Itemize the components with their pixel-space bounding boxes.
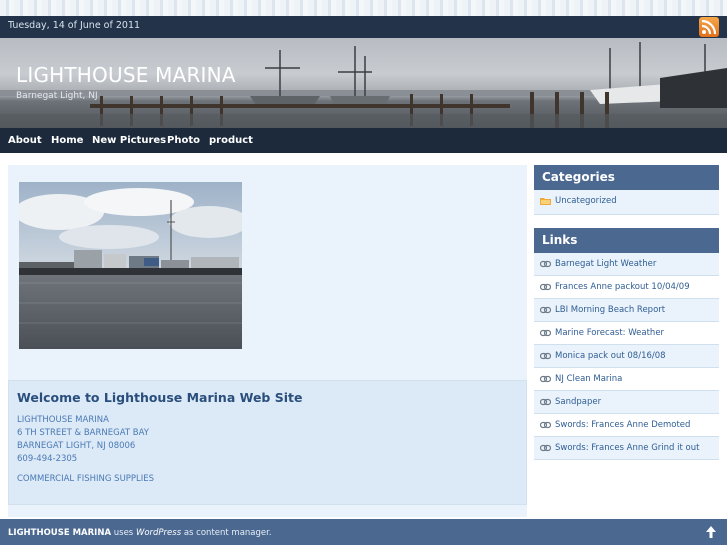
folder-icon [540, 198, 551, 205]
link-label: Frances Anne packout 10/04/09 [555, 282, 690, 292]
nav-item-product[interactable]: product [209, 135, 253, 146]
links-widget-title: Links [534, 228, 719, 253]
main-area: Welcome to Lighthouse Marina Web Site LI… [0, 153, 727, 519]
footer-site-name[interactable]: LIGHTHOUSE MARINA [8, 528, 111, 538]
marina-photo[interactable] [19, 182, 242, 349]
chain-link-icon [540, 421, 551, 429]
link-item[interactable]: Barnegat Light Weather [534, 253, 719, 276]
footer-text-before: uses [111, 528, 136, 538]
chain-link-icon [540, 398, 551, 406]
business-tagline: COMMERCIAL FISHING SUPPLIES [17, 474, 155, 484]
chain-link-icon [540, 352, 551, 360]
link-label: Swords: Frances Anne Demoted [555, 420, 691, 430]
site-tagline: Barnegat Light, NJ [16, 91, 98, 101]
nav-item-home[interactable]: Home [51, 135, 83, 146]
current-date: Tuesday, 14 of June of 2011 [8, 20, 141, 31]
link-item[interactable]: NJ Clean Marina [534, 368, 719, 391]
footer-text-after: as content manager. [181, 528, 272, 538]
link-label: Barnegat Light Weather [555, 259, 657, 269]
chain-link-icon [540, 375, 551, 383]
links-list: Barnegat Light Weather Frances Anne pack… [534, 253, 719, 460]
top-pattern-stripe [0, 0, 727, 16]
chain-link-icon [540, 444, 551, 452]
rss-icon[interactable] [699, 17, 719, 37]
footer-cms-link[interactable]: WordPress [136, 528, 181, 538]
main-navigation: About Home New Pictures Photo product [0, 128, 727, 153]
photo-post [8, 165, 527, 371]
link-item[interactable]: Swords: Frances Anne Demoted [534, 414, 719, 437]
link-label: Swords: Frances Anne Grind it out [555, 443, 700, 453]
nav-item-new-pictures[interactable]: New Pictures [92, 135, 166, 146]
link-item[interactable]: Marine Forecast: Weather [534, 322, 719, 345]
link-label: Sandpaper [555, 397, 602, 407]
link-label: NJ Clean Marina [555, 374, 623, 384]
post-title[interactable]: Welcome to Lighthouse Marina Web Site [17, 390, 302, 405]
phone-number: 609-494-2305 [17, 454, 78, 464]
site-footer: LIGHTHOUSE MARINA uses WordPress as cont… [0, 519, 727, 545]
page: Tuesday, 14 of June of 2011 LIGHTHOUSE M… [0, 0, 727, 545]
chain-link-icon [540, 306, 551, 314]
back-to-top-arrow-icon[interactable] [704, 525, 718, 539]
header-banner-image: LIGHTHOUSE MARINA Barnegat Light, NJ [0, 38, 727, 128]
categories-list: Uncategorized [534, 190, 719, 215]
site-title[interactable]: LIGHTHOUSE MARINA [16, 63, 236, 87]
link-item[interactable]: Monica pack out 08/16/08 [534, 345, 719, 368]
address-line: BARNEGAT LIGHT, NJ 08006 [17, 441, 136, 451]
chain-link-icon [540, 329, 551, 337]
link-label: LBI Morning Beach Report [555, 305, 666, 315]
link-item[interactable]: Sandpaper [534, 391, 719, 414]
link-item[interactable]: Swords: Frances Anne Grind it out [534, 437, 719, 460]
address-line: 6 TH STREET & BARNEGAT BAY [17, 428, 149, 438]
address-line: LIGHTHOUSE MARINA [17, 415, 109, 425]
link-item[interactable]: LBI Morning Beach Report [534, 299, 719, 322]
nav-item-about[interactable]: About [8, 135, 42, 146]
link-label: Monica pack out 08/16/08 [555, 351, 666, 361]
welcome-post: Welcome to Lighthouse Marina Web Site LI… [8, 380, 527, 505]
nav-item-photo[interactable]: Photo [167, 135, 200, 146]
categories-widget-title: Categories [534, 165, 719, 190]
date-bar: Tuesday, 14 of June of 2011 [0, 16, 727, 38]
chain-link-icon [540, 283, 551, 291]
link-item[interactable]: Frances Anne packout 10/04/09 [534, 276, 719, 299]
footer-credit: LIGHTHOUSE MARINA uses WordPress as cont… [8, 528, 272, 538]
site-header: Tuesday, 14 of June of 2011 LIGHTHOUSE M… [0, 16, 727, 153]
link-label: Marine Forecast: Weather [555, 328, 665, 338]
category-label: Uncategorized [555, 196, 617, 206]
category-item[interactable]: Uncategorized [534, 190, 719, 215]
chain-link-icon [540, 260, 551, 268]
